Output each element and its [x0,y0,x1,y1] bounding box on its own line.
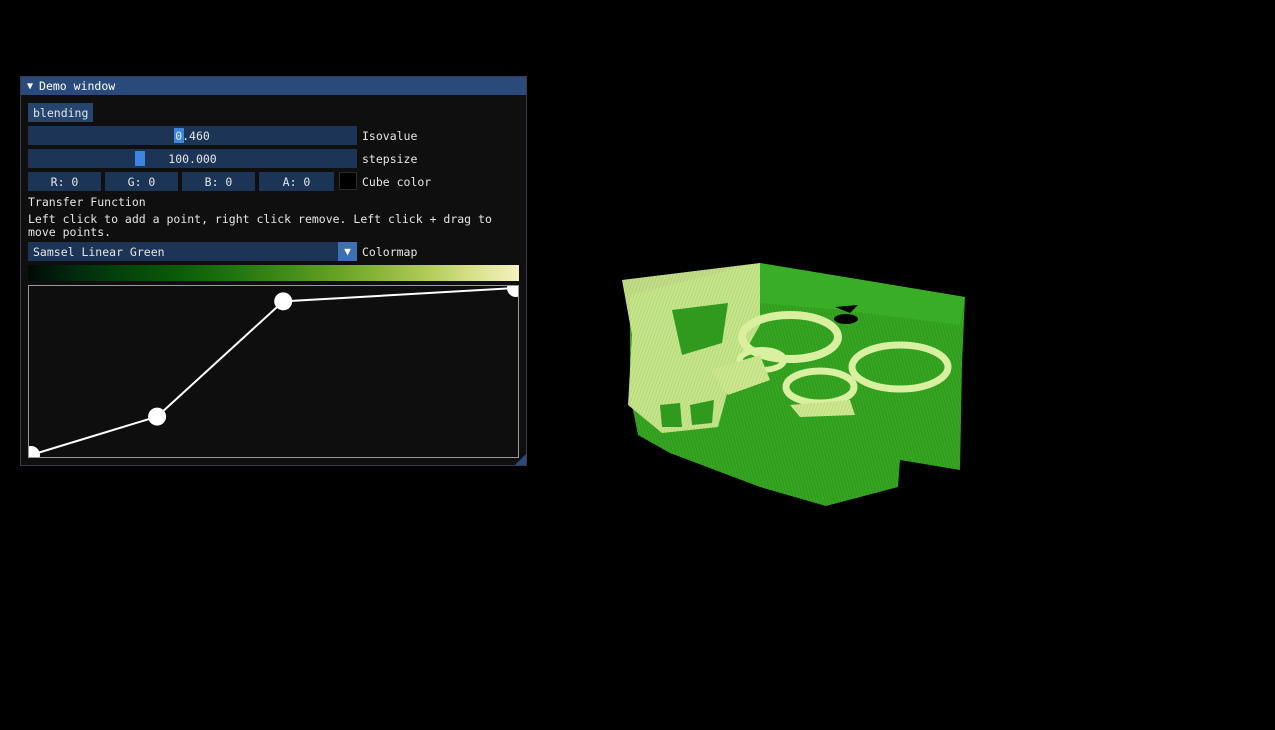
volume-hole [834,314,858,324]
cube-color-r-field[interactable]: R: 0 [28,172,101,191]
colormap-combo[interactable]: Samsel Linear Green ▼ [28,242,357,261]
isovalue-label: Isovalue [362,128,418,143]
blending-button[interactable]: blending [28,103,94,122]
transfer-function-point[interactable] [274,292,293,311]
cube-color-g-field[interactable]: G: 0 [105,172,178,191]
window-title-bar[interactable]: ▼ Demo window [21,77,526,95]
cube-color-swatch[interactable] [339,172,357,190]
cube-color-a-field[interactable]: A: 0 [259,172,334,191]
render-viewport[interactable]: ▼ Demo window blending 0.460 Isovalue 10… [0,0,1275,730]
cube-color-label: Cube color [362,174,432,189]
cube-color-b-field[interactable]: B: 0 [182,172,255,191]
transfer-function-point[interactable] [507,286,519,297]
volume-render[interactable] [610,255,975,515]
stepsize-label: stepsize [362,151,418,166]
transfer-function-point[interactable] [29,446,40,458]
transfer-function-curve [30,287,517,456]
transfer-function-editor[interactable] [28,285,519,458]
stepsize-value: 100.000 [168,151,217,166]
transfer-function-help-line2: move points. [28,225,112,239]
colormap-selected: Samsel Linear Green [33,244,165,259]
transfer-function-title: Transfer Function [28,195,146,209]
demo-window[interactable]: ▼ Demo window blending 0.460 Isovalue 10… [20,76,527,466]
isovalue-slider[interactable]: 0.460 [28,126,357,145]
chevron-down-icon[interactable]: ▼ [338,242,357,261]
stepsize-grab[interactable] [135,151,145,166]
transfer-function-point[interactable] [148,407,167,426]
resize-grip[interactable] [515,454,526,465]
volume-hole [660,403,682,427]
stepsize-slider[interactable]: 100.000 [28,149,357,168]
triangle-down-icon[interactable]: ▼ [27,81,33,92]
isovalue-value: 0.460 [175,128,210,143]
transfer-function-svg[interactable] [29,286,519,458]
colormap-preview [28,265,519,281]
window-title: Demo window [39,79,116,93]
colormap-label: Colormap [362,244,418,259]
